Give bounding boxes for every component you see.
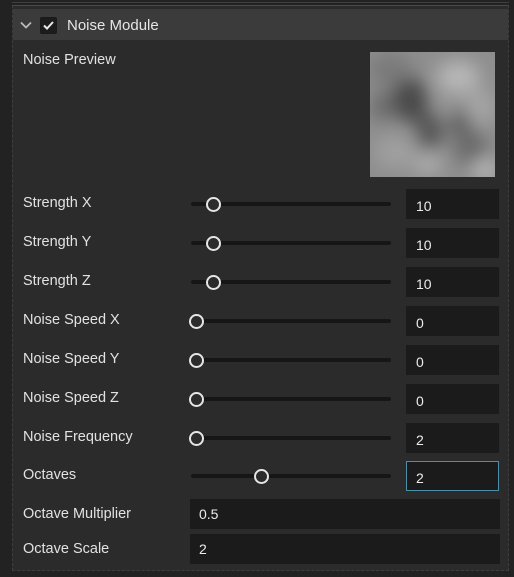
octaves-value-field[interactable]: 2: [406, 461, 499, 491]
strength-z-value-field[interactable]: 10: [406, 267, 499, 297]
noise-speed-y-slider-thumb[interactable]: [189, 353, 204, 368]
strength-x-value-field[interactable]: 10: [406, 189, 499, 219]
noise-speed-z-slider[interactable]: [191, 397, 391, 401]
module-header[interactable]: Noise Module: [13, 9, 508, 40]
noise-speed-x-slider-thumb[interactable]: [189, 314, 204, 329]
module-enabled-checkbox[interactable]: [40, 17, 57, 34]
octaves-slider[interactable]: [191, 474, 391, 478]
strength-y-slider-thumb[interactable]: [205, 236, 221, 251]
strength-y-slider[interactable]: [191, 241, 391, 245]
noise-frequency-label: Noise Frequency: [23, 429, 133, 445]
noise-frequency-slider-thumb[interactable]: [189, 431, 204, 446]
noise-speed-x-value-field[interactable]: 0: [406, 306, 499, 336]
noise-module-panel: Noise Module Noise Preview Strength X 10…: [12, 5, 509, 571]
octave-scale-label: Octave Scale: [23, 541, 110, 557]
noise-frequency-slider[interactable]: [191, 436, 391, 440]
octave-scale-field[interactable]: 2: [190, 534, 500, 564]
noise-speed-z-slider-thumb[interactable]: [189, 392, 204, 407]
strength-z-slider-thumb[interactable]: [205, 275, 221, 290]
noise-speed-x-label: Noise Speed X: [23, 312, 120, 328]
noise-preview-image: [370, 52, 495, 177]
module-title: Noise Module: [67, 17, 159, 34]
noise-speed-x-slider[interactable]: [191, 319, 391, 323]
strength-y-label: Strength Y: [23, 234, 92, 250]
noise-speed-y-value-field[interactable]: 0: [406, 345, 499, 375]
strength-x-label: Strength X: [23, 195, 92, 211]
noise-speed-z-value-field[interactable]: 0: [406, 384, 499, 414]
strength-z-slider[interactable]: [191, 280, 391, 284]
octave-multiplier-label: Octave Multiplier: [23, 506, 131, 522]
noise-preview-label: Noise Preview: [23, 52, 116, 68]
noise-speed-y-label: Noise Speed Y: [23, 351, 120, 367]
strength-x-slider-thumb[interactable]: [205, 197, 221, 212]
top-divider: [12, 2, 509, 3]
strength-z-label: Strength Z: [23, 273, 91, 289]
noise-speed-z-label: Noise Speed Z: [23, 390, 119, 406]
chevron-down-icon[interactable]: [19, 18, 33, 32]
checkmark-icon: [43, 21, 54, 30]
octaves-slider-thumb[interactable]: [253, 469, 269, 484]
octave-multiplier-field[interactable]: 0.5: [190, 499, 500, 529]
noise-frequency-value-field[interactable]: 2: [406, 423, 499, 453]
noise-speed-y-slider[interactable]: [191, 358, 391, 362]
strength-y-value-field[interactable]: 10: [406, 228, 499, 258]
strength-x-slider[interactable]: [191, 202, 391, 206]
octaves-label: Octaves: [23, 467, 77, 483]
